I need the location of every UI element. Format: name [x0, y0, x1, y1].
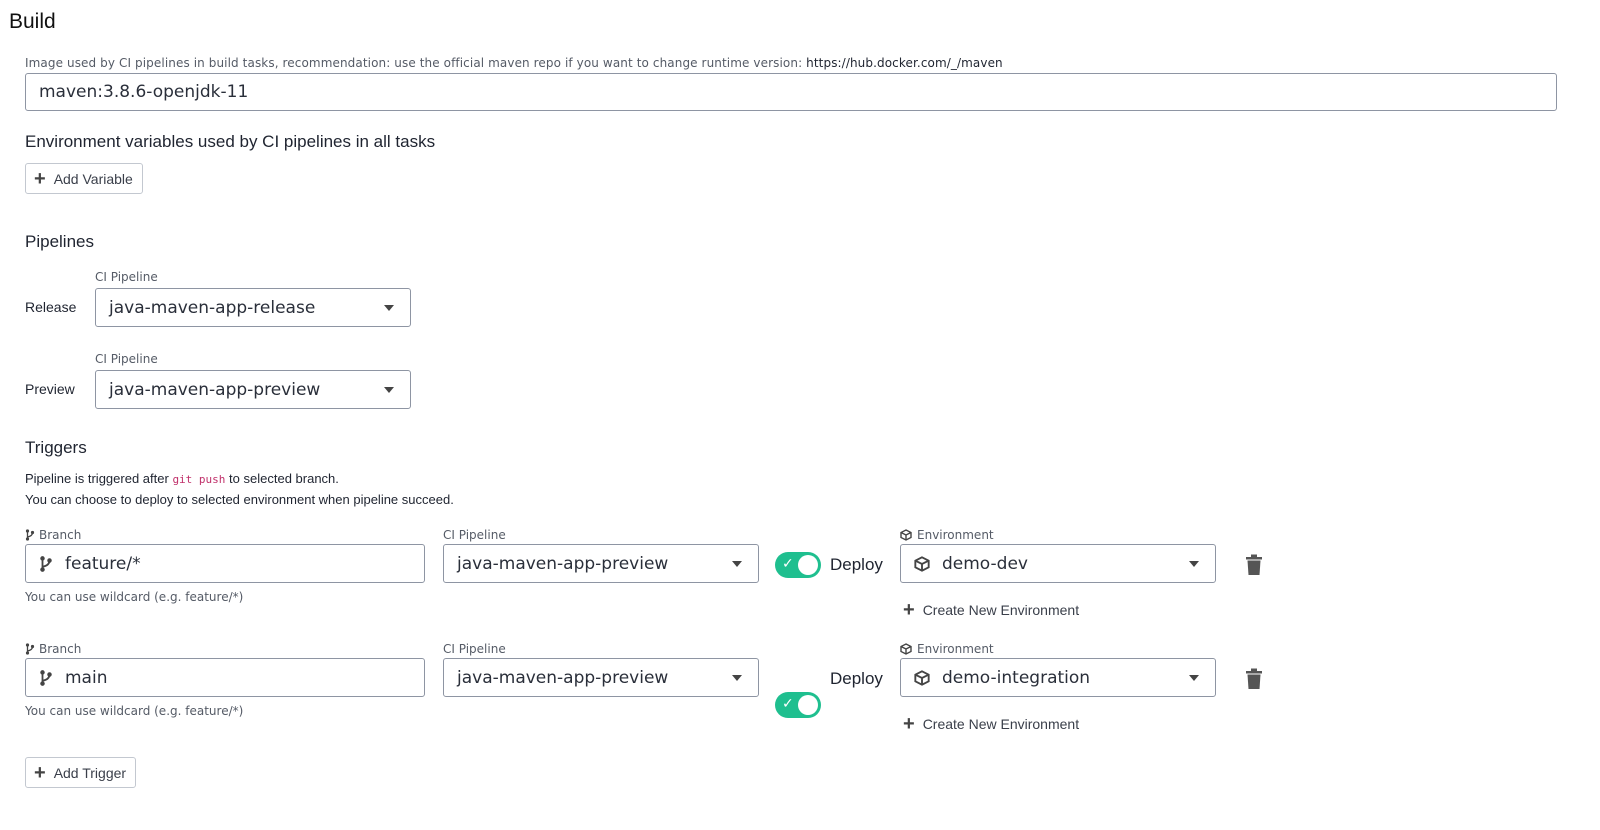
trash-icon[interactable] [1245, 668, 1263, 690]
image-hint-text: Image used by CI pipelines in build task… [25, 56, 803, 70]
release-pipeline-value: java-maven-app-release [109, 297, 316, 318]
triggers-desc-line1: Pipeline is triggered after git push to … [25, 471, 339, 486]
trigger-pipeline-select[interactable]: java-maven-app-preview [443, 544, 759, 583]
branch-hint: You can use wildcard (e.g. feature/*) [25, 590, 244, 604]
release-label: Release [25, 299, 77, 315]
trigger-pipeline-value: java-maven-app-preview [457, 667, 669, 688]
chevron-down-icon [1189, 560, 1199, 567]
deploy-label: Deploy [830, 555, 883, 574]
git-branch-icon [40, 669, 52, 686]
branch-label-text: Branch [39, 528, 82, 542]
env-variables-title: Environment variables used by CI pipelin… [25, 132, 436, 151]
triggers-desc-post: to selected branch. [229, 471, 339, 486]
create-environment-label: Create New Environment [922, 602, 1080, 618]
add-variable-label: Add Variable [53, 170, 133, 187]
triggers-desc-pre: Pipeline is triggered after [25, 471, 169, 486]
cube-icon [914, 555, 930, 572]
environment-value-wrap: demo-integration [914, 668, 1090, 688]
branch-value: main [65, 667, 108, 688]
pipelines-title: Pipelines [25, 232, 94, 251]
branch-hint: You can use wildcard (e.g. feature/*) [25, 704, 244, 718]
preview-pipeline-label: CI Pipeline [95, 352, 158, 366]
toggle-knob [798, 695, 818, 715]
build-image-input[interactable]: maven:3.8.6-openjdk-11 [25, 73, 1557, 111]
build-image-value: maven:3.8.6-openjdk-11 [39, 82, 249, 102]
environment-value: demo-integration [942, 667, 1091, 688]
add-trigger-button[interactable]: + Add Trigger [25, 757, 137, 788]
preview-pipeline-value: java-maven-app-preview [109, 379, 321, 400]
release-pipeline-select[interactable]: java-maven-app-release [95, 288, 411, 327]
plus-icon: + [34, 167, 46, 190]
branch-input[interactable]: feature/* [25, 544, 425, 583]
environment-select[interactable]: demo-dev [900, 544, 1216, 583]
plus-icon: + [903, 599, 915, 621]
check-icon: ✓ [782, 695, 794, 711]
cube-icon [914, 669, 930, 686]
trigger-pipeline-label: CI Pipeline [443, 528, 506, 542]
git-push-code: git push [172, 473, 226, 486]
check-icon: ✓ [782, 555, 794, 571]
chevron-down-icon [384, 304, 394, 311]
environment-label: Environment [900, 642, 994, 656]
build-title: Build [9, 10, 56, 33]
deploy-label: Deploy [830, 669, 883, 688]
preview-pipeline-select[interactable]: java-maven-app-preview [95, 370, 411, 409]
environment-label-text: Environment [917, 528, 994, 542]
branch-value: feature/* [65, 553, 141, 574]
trigger-pipeline-value: java-maven-app-preview [457, 553, 669, 574]
git-branch-icon [25, 643, 35, 655]
chevron-down-icon [732, 560, 742, 567]
deploy-toggle[interactable]: ✓ [775, 552, 821, 578]
create-environment-button[interactable]: + Create New Environment [903, 714, 1079, 734]
add-variable-button[interactable]: + Add Variable [25, 163, 143, 194]
create-environment-button[interactable]: + Create New Environment [903, 600, 1079, 620]
branch-label-text: Branch [39, 642, 82, 656]
trigger-pipeline-select[interactable]: java-maven-app-preview [443, 658, 759, 697]
branch-label: Branch [25, 642, 81, 656]
git-branch-icon [40, 555, 52, 572]
trash-icon[interactable] [1245, 554, 1263, 576]
cube-icon [900, 643, 912, 655]
environment-value-wrap: demo-dev [914, 554, 1028, 574]
triggers-title: Triggers [25, 438, 87, 457]
trigger-pipeline-label: CI Pipeline [443, 642, 506, 656]
cube-icon [900, 529, 912, 541]
branch-input[interactable]: main [25, 658, 425, 697]
toggle-knob [798, 555, 818, 575]
triggers-desc-line2: You can choose to deploy to selected env… [25, 492, 454, 507]
preview-label: Preview [25, 381, 75, 397]
chevron-down-icon [384, 386, 394, 393]
release-pipeline-label: CI Pipeline [95, 270, 158, 284]
plus-icon: + [34, 761, 46, 784]
create-environment-label: Create New Environment [922, 716, 1080, 732]
environment-select[interactable]: demo-integration [900, 658, 1216, 697]
branch-label: Branch [25, 528, 81, 542]
environment-label: Environment [900, 528, 994, 542]
maven-link[interactable]: https://hub.docker.com/_/maven [806, 56, 1003, 70]
environment-value: demo-dev [942, 553, 1028, 574]
add-trigger-label: Add Trigger [53, 764, 127, 781]
plus-icon: + [903, 713, 915, 735]
environment-label-text: Environment [917, 642, 994, 656]
chevron-down-icon [1189, 674, 1199, 681]
git-branch-icon [25, 529, 35, 541]
chevron-down-icon [732, 674, 742, 681]
image-hint: Image used by CI pipelines in build task… [25, 56, 1003, 70]
deploy-toggle[interactable]: ✓ [775, 692, 821, 718]
